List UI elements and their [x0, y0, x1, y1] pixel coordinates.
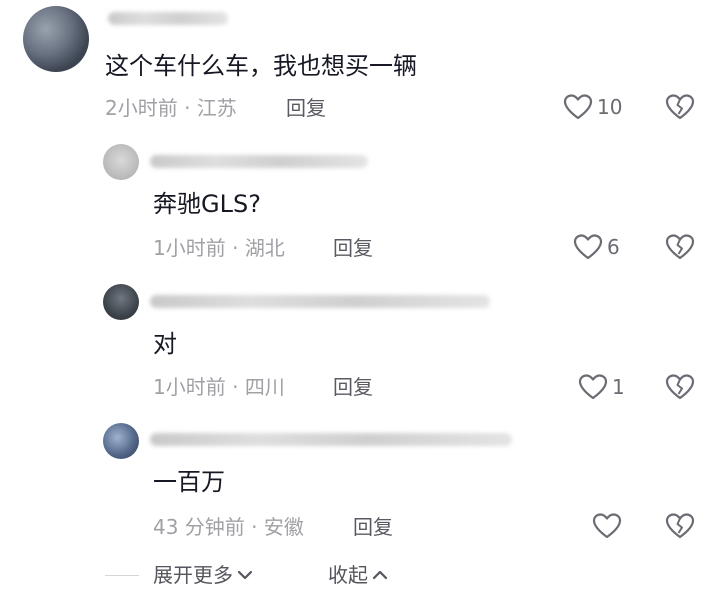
meta-separator: ·	[225, 236, 245, 260]
comment-location: 湖北	[244, 236, 285, 260]
meta-separator: ·	[244, 515, 264, 539]
comment-time: 2小时前	[105, 96, 178, 120]
avatar[interactable]	[23, 6, 89, 72]
username-blurred[interactable]	[150, 155, 368, 168]
comment-text: 一百万	[153, 468, 225, 496]
heart-icon	[592, 513, 622, 539]
avatar[interactable]	[103, 284, 139, 320]
comment-location: 江苏	[196, 96, 237, 120]
expand-more-label: 展开更多	[153, 563, 233, 587]
collapse-label: 收起	[328, 563, 368, 587]
broken-heart-icon	[665, 513, 695, 539]
dislike-button[interactable]	[665, 373, 695, 405]
like-count: 6	[607, 235, 620, 259]
chevron-down-icon	[237, 570, 253, 580]
reply-button[interactable]: 回复	[353, 514, 393, 540]
like-count: 10	[597, 95, 623, 119]
broken-heart-icon	[665, 234, 695, 260]
like-button[interactable]: 6	[573, 233, 620, 261]
username-blurred[interactable]	[150, 295, 490, 308]
comment-meta: 2小时前 · 江苏	[105, 95, 237, 121]
like-count: 1	[612, 375, 625, 399]
dislike-button[interactable]	[665, 512, 695, 544]
like-button[interactable]: 1	[578, 373, 625, 401]
reply-button[interactable]: 回复	[333, 235, 373, 261]
comment-time: 43 分钟前	[153, 515, 245, 539]
chevron-up-icon	[372, 570, 388, 580]
dislike-button[interactable]	[665, 93, 695, 125]
comment-location: 安徽	[263, 515, 304, 539]
reply-button[interactable]: 回复	[333, 374, 373, 400]
meta-separator: ·	[225, 375, 245, 399]
comment-time: 1小时前	[153, 375, 226, 399]
expand-more-button[interactable]: 展开更多	[153, 562, 253, 588]
comment-meta: 1小时前 · 湖北	[153, 235, 285, 261]
avatar[interactable]	[103, 423, 139, 459]
comment-text: 这个车什么车，我也想买一辆	[105, 52, 417, 80]
heart-icon	[578, 374, 608, 400]
comment-meta: 43 分钟前 · 安徽	[153, 514, 304, 540]
like-button[interactable]	[592, 512, 626, 540]
comment-meta: 1小时前 · 四川	[153, 374, 285, 400]
meta-separator: ·	[177, 96, 197, 120]
broken-heart-icon	[665, 374, 695, 400]
like-button[interactable]: 10	[563, 93, 622, 121]
broken-heart-icon	[665, 94, 695, 120]
collapse-button[interactable]: 收起	[328, 562, 388, 588]
heart-icon	[563, 94, 593, 120]
dislike-button[interactable]	[665, 233, 695, 265]
reply-button[interactable]: 回复	[286, 95, 326, 121]
username-blurred[interactable]	[108, 12, 228, 25]
comment-text: 奔驰GLS?	[153, 190, 261, 218]
comment-location: 四川	[244, 375, 285, 399]
avatar[interactable]	[103, 144, 139, 180]
heart-icon	[573, 234, 603, 260]
username-blurred[interactable]	[150, 433, 512, 446]
divider	[105, 575, 139, 576]
comment-time: 1小时前	[153, 236, 226, 260]
comment-text: 对	[153, 330, 177, 358]
